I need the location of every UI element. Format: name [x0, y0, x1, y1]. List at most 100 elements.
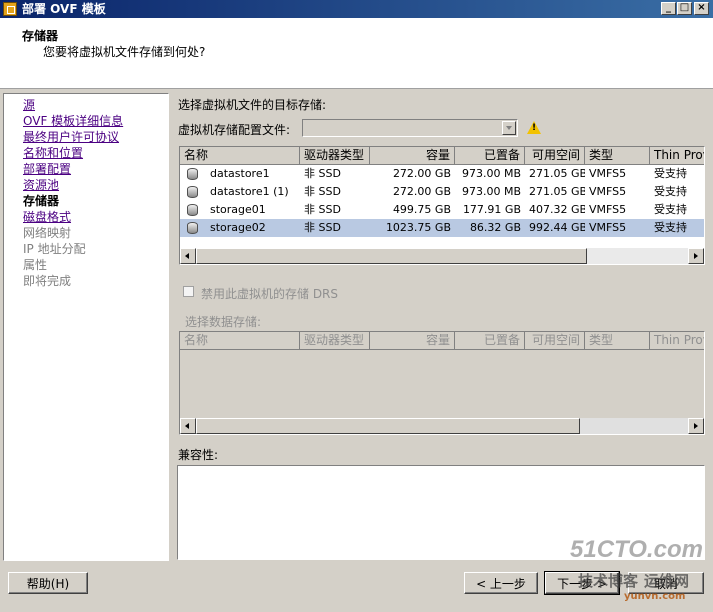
cell-drive: 非 SSD [304, 221, 341, 234]
nav-step-6: 存储器 [23, 194, 60, 208]
scroll-thumb[interactable] [196, 248, 587, 264]
help-button[interactable]: 帮助(H) [8, 572, 88, 594]
column-header[interactable]: 驱动器类型 [300, 332, 370, 349]
column-header[interactable]: 驱动器类型 [300, 147, 370, 164]
nav-step-5[interactable]: 资源池 [4, 177, 168, 193]
cell-thin: 受支持 [654, 167, 687, 180]
column-header[interactable]: 类型 [585, 332, 650, 349]
cell-free: 271.05 GB [529, 185, 585, 198]
cell-provisioned: 973.00 MB [461, 167, 521, 180]
column-header[interactable]: Thin Prov [650, 147, 704, 164]
maximize-icon[interactable]: □ [677, 2, 692, 15]
main-panel: 选择虚拟机文件的目标存储: 虚拟机存储配置文件: ! 名称 驱动器类型 容量 已置备可… [171, 89, 711, 562]
chevron-down-icon[interactable] [502, 121, 516, 135]
nav-step-9: IP 地址分配 [23, 242, 86, 256]
warning-icon: ! [527, 121, 541, 134]
storage-table-header: 名称 驱动器类型 容量 已置备 可用空间 类型 Thin Prov [180, 147, 704, 165]
table-row[interactable]: datastore1 非 SSD 272.00 GB 973.00 MB 271.05 … [180, 165, 704, 183]
nav-step-8: 网络映射 [23, 226, 72, 240]
cell-drive: 非 SSD [304, 167, 341, 180]
back-button[interactable]: < 上一步 [464, 572, 538, 594]
scroll-right-icon[interactable] [688, 418, 704, 434]
scroll-left-icon[interactable] [180, 418, 196, 434]
wizard-header: 存储器 您要将虚拟机文件存储到何处? [0, 18, 713, 89]
minimize-icon[interactable]: _ [661, 2, 676, 15]
nav-step-10: 属性 [23, 258, 48, 272]
nav-step-4[interactable]: 部署配置 [4, 161, 168, 177]
nav-step-2[interactable]: 最终用户许可协议 [4, 129, 168, 145]
nav-step-7[interactable]: 磁盘格式 [4, 209, 168, 225]
cell-capacity: 272.00 GB [392, 167, 451, 180]
cell-thin: 受支持 [654, 185, 687, 198]
datastore-icon [187, 168, 198, 180]
drs-checkbox[interactable] [183, 286, 194, 297]
cell-capacity: 1023.75 GB [385, 221, 451, 234]
cell-provisioned: 86.32 GB [469, 221, 521, 234]
page-title: 存储器 [22, 29, 59, 43]
window-title: 部署 OVF 模板 [22, 2, 106, 16]
datastore-icon [187, 204, 198, 216]
table-row[interactable]: storage02 非 SSD 1023.75 GB 86.32 GB 992.44 G… [180, 219, 704, 237]
cell-free: 992.44 GB [529, 221, 585, 234]
column-header[interactable]: 可用空间 [525, 332, 585, 349]
compat-label: 兼容性: [178, 448, 219, 462]
column-header[interactable]: 可用空间 [525, 147, 585, 164]
page-subtitle: 您要将虚拟机文件存储到何处? [43, 45, 206, 59]
cell-name: storage02 [210, 221, 266, 234]
profile-select[interactable] [302, 119, 518, 137]
cell-thin: 受支持 [654, 221, 687, 234]
table-row[interactable]: datastore1 (1) 非 SSD 272.00 GB 973.00 MB 271… [180, 183, 704, 201]
column-header[interactable]: Thin Provis [650, 332, 704, 349]
column-header[interactable]: 已置备 [455, 147, 525, 164]
cancel-button[interactable]: 取消 [628, 572, 704, 594]
cell-type: VMFS5 [589, 221, 627, 234]
cell-type: VMFS5 [589, 167, 627, 180]
app-icon [3, 2, 17, 16]
title-bar: 部署 OVF 模板 _ □ × [0, 0, 713, 18]
cell-capacity: 272.00 GB [392, 185, 451, 198]
cell-capacity: 499.75 GB [392, 203, 451, 216]
cell-type: VMFS5 [589, 203, 627, 216]
column-header[interactable]: 容量 [370, 147, 455, 164]
cell-provisioned: 177.91 GB [462, 203, 521, 216]
column-header[interactable]: 已置备 [455, 332, 525, 349]
cell-name: datastore1 (1) [210, 185, 289, 198]
column-header[interactable]: 名称 [180, 147, 300, 164]
datastore-table-header: 名称驱动器类型容量已置备可用空间类型Thin Provis [180, 332, 704, 350]
storage-table: 名称 驱动器类型 容量 已置备 可用空间 类型 Thin Prov datastore1 非 … [179, 146, 705, 265]
nav-step-0[interactable]: 源 [4, 97, 168, 113]
cell-type: VMFS5 [589, 185, 627, 198]
cell-thin: 受支持 [654, 203, 687, 216]
cell-name: storage01 [210, 203, 266, 216]
storage-hscrollbar[interactable] [180, 248, 704, 264]
nav-step-3[interactable]: 名称和位置 [4, 145, 168, 161]
scroll-left-icon[interactable] [180, 248, 196, 264]
scroll-right-icon[interactable] [688, 248, 704, 264]
datastore-table: 名称驱动器类型容量已置备可用空间类型Thin Provis [179, 331, 705, 435]
datastore-hscrollbar[interactable] [180, 418, 704, 434]
cell-drive: 非 SSD [304, 203, 341, 216]
scroll-thumb[interactable] [196, 418, 580, 434]
column-header[interactable]: 容量 [370, 332, 455, 349]
datastore-icon [187, 186, 198, 198]
wizard-footer: 帮助(H) < 上一步 下一步 > 取消 [0, 562, 713, 612]
storage-section-label: 选择虚拟机文件的目标存储: [178, 98, 327, 112]
datastore-icon [187, 222, 198, 234]
wizard-steps: 源 OVF 模板详细信息 最终用户许可协议 名称和位置 部署配置 资源池 存储器 磁盘格式 网络… [3, 93, 169, 561]
column-header[interactable]: 名称 [180, 332, 300, 349]
cell-provisioned: 973.00 MB [461, 185, 521, 198]
nav-step-11: 即将完成 [23, 274, 72, 288]
cell-free: 271.05 GB [529, 167, 585, 180]
cell-name: datastore1 [210, 167, 270, 180]
compat-box [177, 465, 705, 560]
next-button[interactable]: 下一步 > [544, 571, 620, 595]
datastore-section-label: 选择数据存储: [185, 315, 262, 329]
table-row[interactable]: storage01 非 SSD 499.75 GB 177.91 GB 407.32 G… [180, 201, 704, 219]
profile-label: 虚拟机存储配置文件: [178, 123, 291, 137]
drs-checkbox-label: 禁用此虚拟机的存储 DRS [201, 287, 339, 301]
column-header[interactable]: 类型 [585, 147, 650, 164]
cell-drive: 非 SSD [304, 185, 341, 198]
cell-free: 407.32 GB [529, 203, 585, 216]
close-icon[interactable]: × [694, 2, 709, 15]
nav-step-1[interactable]: OVF 模板详细信息 [4, 113, 168, 129]
